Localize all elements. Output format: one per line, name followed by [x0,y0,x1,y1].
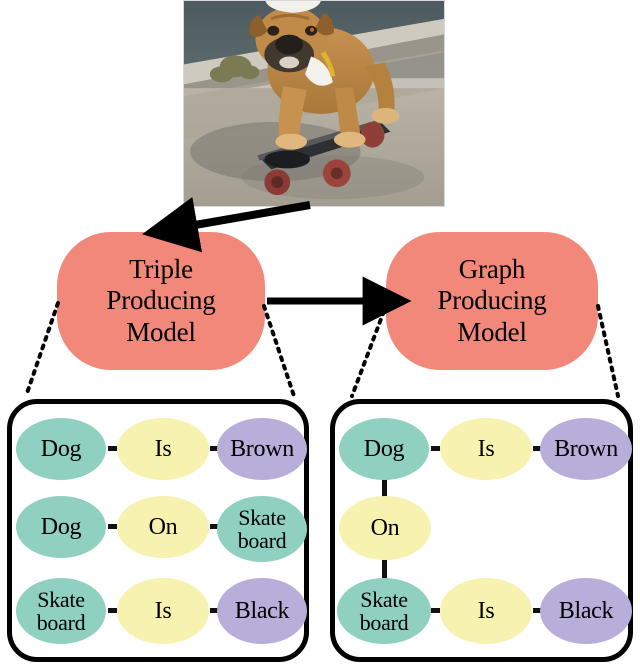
triple-row-0-object[interactable]: Brown [217,418,307,480]
triple-row-1-subject[interactable]: Dog [16,496,106,558]
graph-node-brown[interactable]: Brown [540,418,632,480]
dotted-guide-triple-left [24,301,60,398]
graph-node-dog[interactable]: Dog [339,418,429,480]
graph-model-line1: Graph [458,254,526,285]
graph-edge-on-skateboard [382,560,387,580]
graph-node-is-brown[interactable]: Is [440,418,532,480]
triple-row-2-predicate[interactable]: Is [117,578,209,644]
arrow-photo-to-triple-model [142,197,311,253]
source-image-photo [183,0,445,207]
triple-row-0-subject[interactable]: Dog [16,418,106,480]
dotted-guide-triple-right [262,304,296,398]
triple-row-2-subject[interactable]: Skate board [16,578,106,644]
graph-model-line2: Producing [437,285,547,316]
graph-edge-skateboard-is2 [431,608,440,613]
graph-producing-model-box[interactable]: Graph Producing Model [386,232,598,370]
graph-node-on[interactable]: On [339,496,431,560]
triples-output-panel: Dog Is Brown Dog On Skate board Skate bo… [7,399,309,662]
triple-producing-model-box[interactable]: Triple Producing Model [57,232,265,370]
triple-row-0-link-left [108,446,117,451]
graph-edge-dog-on [382,478,387,498]
triple-row-1-object[interactable]: Skate board [217,496,307,562]
triple-model-line3: Model [126,316,196,347]
triple-row-1-link-left [108,524,117,529]
scene-graph-output-panel: Dog Is Brown On Skate board Is Black [330,399,633,662]
graph-node-is-black[interactable]: Is [440,578,532,644]
triple-row-1-predicate[interactable]: On [117,496,209,558]
triple-model-line1: Triple [129,254,193,285]
dotted-guide-graph-left [350,301,389,398]
triple-row-2-link-left [108,608,117,613]
graph-node-skateboard[interactable]: Skate board [337,578,431,644]
graph-node-black[interactable]: Black [540,578,632,644]
dotted-guide-graph-right [596,304,620,398]
triple-model-line2: Producing [106,285,216,316]
triple-row-0-predicate[interactable]: Is [117,418,209,480]
triple-row-2-object[interactable]: Black [217,578,307,644]
graph-model-line3: Model [457,316,527,347]
graph-edge-dog-is1 [431,446,440,451]
dog-skateboard-illustration [184,1,444,206]
